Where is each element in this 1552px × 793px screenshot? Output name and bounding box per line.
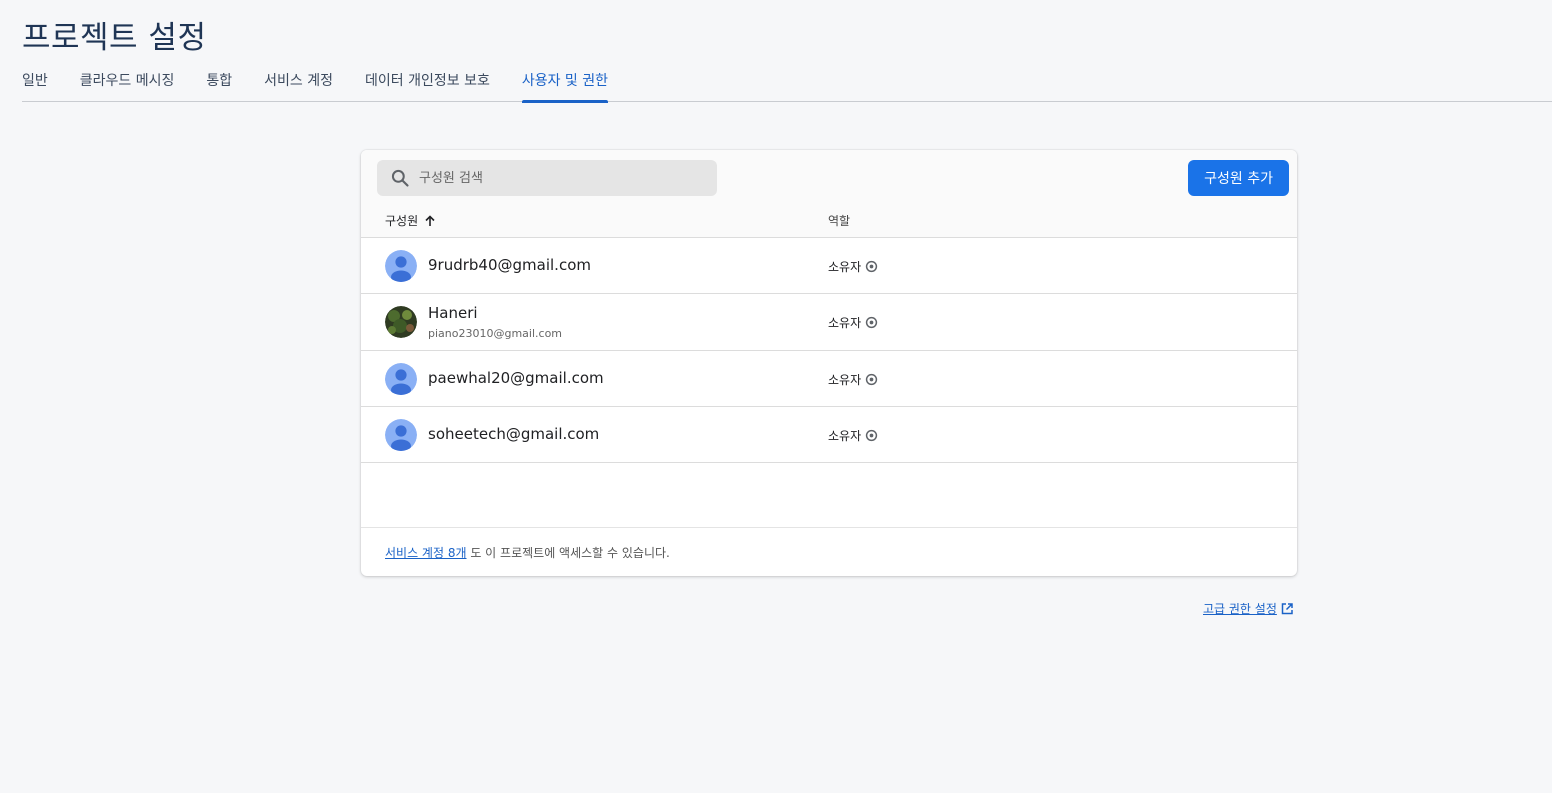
role-label: 소유자 bbox=[828, 373, 862, 387]
arrow-up-icon bbox=[425, 214, 435, 226]
profile-photo bbox=[385, 306, 417, 338]
role-info-icon[interactable] bbox=[865, 260, 878, 273]
tab-service-accounts[interactable]: 서비스 계정 bbox=[264, 62, 333, 102]
role-label: 소유자 bbox=[828, 316, 862, 330]
avatar bbox=[385, 419, 417, 451]
tab-general[interactable]: 일반 bbox=[22, 62, 48, 102]
role-info-icon[interactable] bbox=[865, 373, 878, 386]
table-row[interactable]: soheetech@gmail.com 소유자 bbox=[361, 407, 1297, 463]
person-icon bbox=[385, 250, 417, 282]
tab-data-privacy[interactable]: 데이터 개인정보 보호 bbox=[365, 62, 490, 102]
footer-divider bbox=[361, 527, 1297, 528]
search-input[interactable] bbox=[419, 160, 709, 196]
tab-users-permissions[interactable]: 사용자 및 권한 bbox=[521, 62, 609, 103]
advanced-permissions-label: 고급 권한 설정 bbox=[1203, 602, 1277, 616]
role-info-icon[interactable] bbox=[865, 316, 878, 329]
member-role: 소유자 bbox=[828, 314, 878, 331]
member-role: 소유자 bbox=[828, 427, 878, 444]
role-info-icon[interactable] bbox=[865, 429, 878, 442]
search-box[interactable] bbox=[377, 160, 717, 196]
table-row[interactable]: Haneri piano23010@gmail.com 소유자 bbox=[361, 294, 1297, 351]
members-card: 구성원 추가 구성원 역할 9rudrb40@gmail.com 소유자 bbox=[361, 150, 1297, 576]
role-label: 소유자 bbox=[828, 429, 862, 443]
card-header: 구성원 추가 구성원 역할 bbox=[361, 150, 1297, 238]
avatar bbox=[385, 306, 417, 338]
footer-note: 서비스 계정 8개 도 이 프로젝트에 액세스할 수 있습니다. bbox=[385, 544, 670, 561]
page-title: 프로젝트 설정 bbox=[22, 20, 207, 56]
member-email: piano23010@gmail.com bbox=[428, 327, 563, 340]
column-header-member[interactable]: 구성원 bbox=[385, 212, 436, 229]
column-header-role: 역할 bbox=[828, 214, 851, 228]
footer-text: 도 이 프로젝트에 액세스할 수 있습니다. bbox=[466, 546, 670, 560]
member-name: Haneri bbox=[428, 304, 478, 322]
person-icon bbox=[385, 419, 417, 451]
add-member-button[interactable]: 구성원 추가 bbox=[1188, 160, 1289, 196]
column-header-member-label: 구성원 bbox=[385, 214, 419, 228]
person-icon bbox=[385, 363, 417, 395]
member-role: 소유자 bbox=[828, 258, 878, 275]
avatar bbox=[385, 250, 417, 282]
tab-integrations[interactable]: 통합 bbox=[206, 62, 232, 102]
tab-bar: 일반 클라우드 메시징 통합 서비스 계정 데이터 개인정보 보호 사용자 및 … bbox=[22, 62, 1552, 103]
member-email: soheetech@gmail.com bbox=[428, 425, 600, 443]
search-icon bbox=[391, 169, 409, 187]
open-in-new-icon bbox=[1281, 602, 1293, 614]
role-label: 소유자 bbox=[828, 260, 862, 274]
member-role: 소유자 bbox=[828, 371, 878, 388]
advanced-permissions-link[interactable]: 고급 권한 설정 bbox=[1203, 600, 1294, 617]
avatar bbox=[385, 363, 417, 395]
member-email: 9rudrb40@gmail.com bbox=[428, 256, 591, 274]
tab-cloud-messaging[interactable]: 클라우드 메시징 bbox=[80, 62, 175, 102]
table-row[interactable]: 9rudrb40@gmail.com 소유자 bbox=[361, 238, 1297, 294]
service-accounts-link[interactable]: 서비스 계정 8개 bbox=[385, 546, 467, 560]
table-row[interactable]: paewhal20@gmail.com 소유자 bbox=[361, 351, 1297, 407]
member-email: paewhal20@gmail.com bbox=[428, 369, 604, 387]
